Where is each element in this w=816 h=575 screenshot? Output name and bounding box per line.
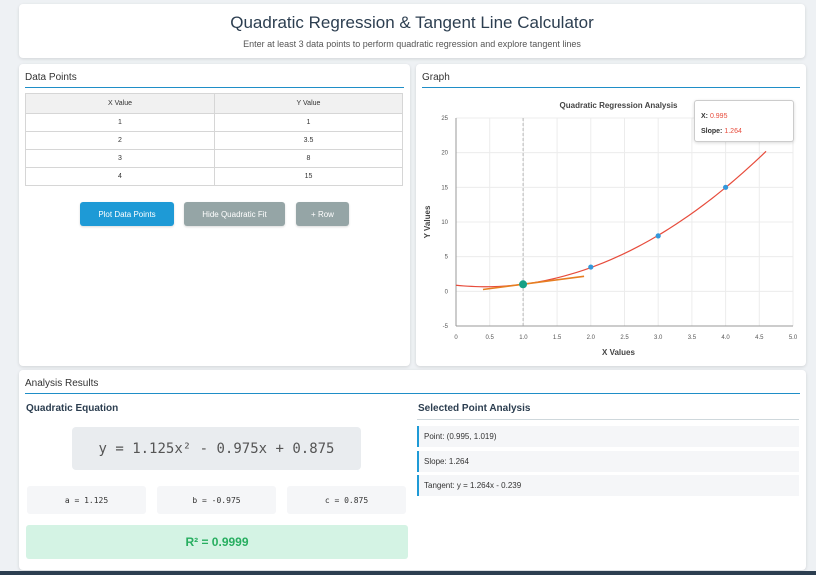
graph-panel: Graph 0 0.5 1.0 1.5 2.0 2.5 3.0 3.5 4.0 4.5 5.0 -5 0… [416, 64, 806, 366]
y-axis-label: Y Values [423, 205, 432, 238]
table-row: 2 3.5 [25, 131, 404, 150]
table-row: 4 15 [25, 167, 404, 186]
bottom-border [0, 571, 816, 575]
x-tick-label: 0 [454, 335, 458, 341]
data-table: X Value Y Value 1 1 2 3.5 3 8 4 15 [25, 93, 404, 186]
x-axis-label: X Values [602, 348, 635, 357]
section-divider [25, 87, 404, 88]
coefficient-c: c = 0.875 [287, 486, 406, 514]
x-tick-label: 5.0 [789, 335, 798, 341]
x-tick-label: 3.5 [688, 335, 697, 341]
selected-point-tangent: Tangent: y = 1.264x - 0.239 [417, 475, 799, 496]
tooltip-x-value: 0.995 [709, 113, 728, 120]
chart-tooltip: X: 0.995 Slope: 1.264 [694, 100, 794, 142]
app-subtitle: Enter at least 3 data points to perform … [243, 39, 581, 49]
y-tick-label: 20 [441, 151, 448, 157]
x-value-cell[interactable]: 3 [25, 149, 215, 168]
tooltip-x-label: X: [701, 113, 708, 120]
x-value-cell[interactable]: 4 [25, 167, 215, 186]
x-tick-label: 3.0 [654, 335, 663, 341]
x-tick-label: 2.0 [587, 335, 596, 341]
column-header-y: Y Value [213, 93, 404, 114]
data-point [588, 264, 594, 270]
data-point [655, 233, 661, 239]
tangent-line [482, 275, 585, 291]
plot-data-points-button[interactable]: Plot Data Points [80, 202, 174, 226]
tooltip-slope-label: Slope: [701, 128, 723, 135]
app-title: Quadratic Regression & Tangent Line Calc… [230, 13, 594, 32]
hide-quadratic-fit-button[interactable]: Hide Quadratic Fit [184, 202, 285, 226]
equation-display: y = 1.125x² - 0.975x + 0.875 [72, 427, 361, 470]
coefficient-b: b = -0.975 [157, 486, 276, 514]
x-tick-label: 1.5 [553, 335, 562, 341]
y-value-cell[interactable]: 1 [213, 113, 404, 132]
section-divider [25, 393, 800, 394]
x-tick-label: 4.0 [721, 335, 730, 341]
selected-point-divider [417, 419, 799, 420]
data-points-panel: Data Points X Value Y Value 1 1 2 3.5 3 … [19, 64, 410, 366]
y-value-cell[interactable]: 3.5 [213, 131, 404, 150]
y-tick-label: -5 [443, 324, 449, 330]
x-tick-label: 0.5 [486, 335, 495, 341]
add-row-button[interactable]: + Row [296, 202, 349, 226]
r-squared-value: R² = 0.9999 [26, 525, 408, 559]
y-value-cell[interactable]: 15 [213, 167, 404, 186]
selected-point-slope: Slope: 1.264 [417, 451, 799, 472]
y-tick-label: 25 [441, 116, 448, 122]
selected-point-marker [519, 280, 528, 289]
y-tick-label: 0 [445, 289, 449, 295]
data-point [723, 184, 729, 190]
column-header-x: X Value [25, 93, 215, 114]
quadratic-fit-curve [455, 150, 767, 288]
data-points-title: Data Points [25, 72, 77, 83]
table-row: 3 8 [25, 149, 404, 168]
quadratic-equation-heading: Quadratic Equation [26, 403, 119, 414]
table-row: 1 1 [25, 113, 404, 132]
header-card: Quadratic Regression & Tangent Line Calc… [19, 4, 805, 58]
chart-title: Quadratic Regression Analysis [560, 101, 679, 110]
coefficient-a: a = 1.125 [27, 486, 146, 514]
y-tick-label: 10 [441, 220, 448, 226]
x-tick-label: 2.5 [620, 335, 629, 341]
y-tick-label: 5 [445, 255, 449, 261]
tooltip-slope-value: 1.264 [724, 128, 742, 135]
selected-point-coordinates: Point: (0.995, 1.019) [417, 426, 799, 447]
selected-point-heading: Selected Point Analysis [418, 403, 531, 414]
analysis-results-panel: Analysis Results Quadratic Equation y = … [19, 370, 806, 570]
x-tick-label: 1.0 [519, 335, 528, 341]
analysis-results-title: Analysis Results [25, 378, 99, 389]
y-value-cell[interactable]: 8 [213, 149, 404, 168]
y-tick-label: 15 [441, 185, 448, 191]
x-value-cell[interactable]: 2 [25, 131, 215, 150]
x-tick-label: 4.5 [755, 335, 764, 341]
x-value-cell[interactable]: 1 [25, 113, 215, 132]
